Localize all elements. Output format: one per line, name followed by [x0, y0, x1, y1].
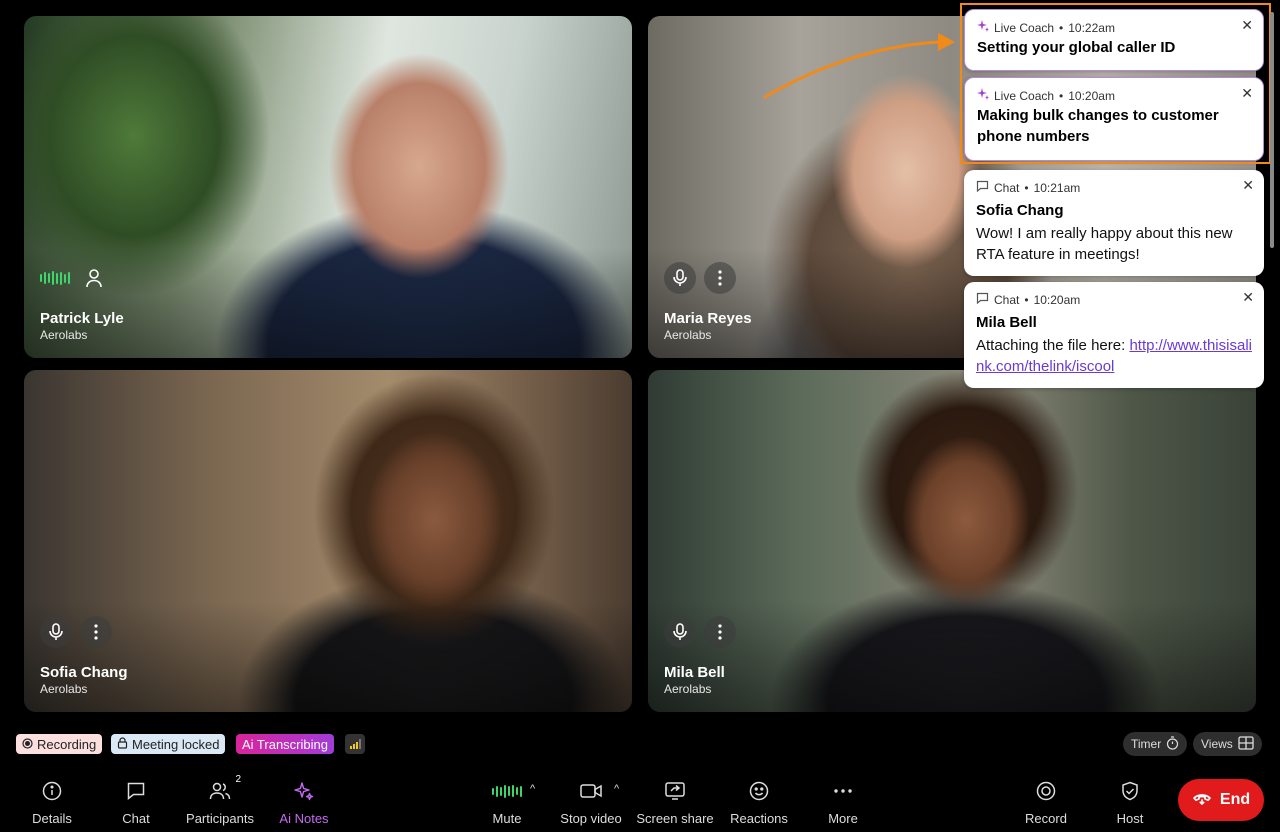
ai-notes-button[interactable]: Ai Notes: [262, 778, 346, 826]
participants-icon: 2: [209, 774, 241, 804]
microphone-icon[interactable]: [664, 262, 696, 294]
notification-chat[interactable]: Chat • 10:21am Sofia Chang Wow! I am rea…: [964, 170, 1264, 276]
end-label: End: [1219, 791, 1251, 808]
speaking-indicator-icon: [40, 262, 70, 294]
shield-check-icon: [1121, 778, 1139, 804]
host-button[interactable]: Host: [1088, 778, 1172, 826]
chat-label: Chat: [122, 811, 150, 826]
tile-controls: [664, 616, 736, 648]
sparkle-icon: [294, 778, 314, 804]
grid-icon: [1238, 735, 1254, 753]
close-icon[interactable]: ✕: [1242, 178, 1254, 192]
more-label: More: [828, 811, 858, 826]
chat-icon: [126, 778, 146, 804]
notification-message: Attaching the file here: http://www.this…: [976, 335, 1252, 377]
reactions-button[interactable]: Reactions: [717, 778, 801, 826]
annotation-arrow-icon: [763, 33, 955, 99]
signal-strength-icon[interactable]: [345, 734, 365, 754]
notification-sender: Mila Bell: [976, 314, 1037, 331]
microphone-icon[interactable]: [664, 616, 696, 648]
participants-count-badge: 2: [235, 774, 241, 785]
chat-bubble-icon: [976, 292, 989, 307]
more-options-icon[interactable]: [704, 262, 736, 294]
timer-button[interactable]: Timer: [1123, 732, 1188, 756]
views-button[interactable]: Views: [1193, 732, 1262, 756]
participant-name: Patrick Lyle: [40, 310, 124, 327]
more-options-icon[interactable]: [80, 616, 112, 648]
video-camera-icon: [580, 778, 602, 804]
chat-button[interactable]: Chat: [94, 778, 178, 826]
participants-label: Participants: [186, 811, 254, 826]
notification-type: Chat: [994, 180, 1020, 195]
notification-time: 10:21am: [1033, 180, 1081, 195]
record-button[interactable]: Record: [1004, 778, 1088, 826]
record-dot-icon: [22, 737, 33, 752]
meeting-locked-badge: Meeting locked: [111, 734, 226, 754]
notification-type: Chat: [994, 292, 1020, 307]
audio-level-icon: [492, 778, 522, 804]
stopwatch-icon: [1166, 735, 1179, 753]
hang-up-icon: [1192, 791, 1212, 810]
record-label: Record: [1025, 811, 1067, 826]
mute-label: Mute: [492, 811, 522, 826]
participant-org: Aerolabs: [40, 682, 88, 696]
notification-sender: Sofia Chang: [976, 202, 1064, 219]
tile-controls: [40, 616, 112, 648]
record-icon: [1036, 778, 1056, 804]
notification-scrollbar[interactable]: [1270, 12, 1274, 248]
ai-notes-label: Ai Notes: [279, 811, 329, 826]
ai-transcribing-label: Ai Transcribing: [242, 736, 328, 752]
participant-org: Aerolabs: [664, 328, 712, 342]
end-call-button[interactable]: End: [1178, 779, 1264, 821]
details-button[interactable]: Details: [10, 778, 94, 826]
reactions-label: Reactions: [730, 811, 788, 826]
notification-chat[interactable]: Chat • 10:20am Mila Bell Attaching the f…: [964, 282, 1264, 388]
tile-shade: [24, 248, 632, 358]
mute-options-chevron-up-icon[interactable]: ^: [530, 783, 535, 795]
views-label: Views: [1201, 737, 1233, 751]
participant-name: Mila Bell: [664, 664, 725, 681]
tile-shade: [648, 602, 1256, 712]
participant-org: Aerolabs: [664, 682, 712, 696]
lock-icon: [117, 736, 128, 752]
stop-video-label: Stop video: [560, 811, 622, 826]
close-icon[interactable]: ✕: [1242, 290, 1254, 304]
participants-button[interactable]: 2 Participants: [178, 774, 262, 826]
participant-name: Sofia Chang: [40, 664, 128, 681]
screen-share-label: Screen share: [636, 811, 714, 826]
participant-name: Maria Reyes: [664, 310, 752, 327]
microphone-icon[interactable]: [40, 616, 72, 648]
stop-video-button[interactable]: Stop video: [549, 778, 633, 826]
more-options-icon[interactable]: [704, 616, 736, 648]
tile-controls: [664, 262, 736, 294]
screen-share-button[interactable]: Screen share: [633, 778, 717, 826]
host-label: Host: [1116, 811, 1144, 826]
chat-bubble-icon: [976, 180, 989, 195]
message-text: Attaching the file here:: [976, 337, 1130, 354]
mute-button[interactable]: Mute: [465, 778, 549, 826]
highlight-box: [960, 3, 1271, 164]
timer-label: Timer: [1131, 737, 1162, 751]
screen-share-icon: [665, 778, 685, 804]
video-options-chevron-up-icon[interactable]: ^: [614, 783, 619, 795]
video-tile-patrick-lyle[interactable]: Patrick Lyle Aerolabs: [24, 16, 632, 358]
recording-badge: Recording: [16, 734, 103, 754]
tile-shade: [24, 602, 632, 712]
details-label: Details: [32, 811, 72, 826]
participant-org: Aerolabs: [40, 328, 88, 342]
video-tile-sofia-chang[interactable]: Sofia Chang Aerolabs: [24, 370, 632, 712]
info-icon: [42, 778, 62, 804]
tile-controls: [40, 262, 110, 294]
notification-message: Wow! I am really happy about this new RT…: [976, 225, 1233, 263]
person-icon: [78, 262, 110, 294]
notification-time: 10:20am: [1033, 292, 1081, 307]
video-tile-mila-bell[interactable]: Mila Bell Aerolabs: [648, 370, 1256, 712]
ai-transcribing-badge: Ai Transcribing: [236, 734, 334, 754]
more-horizontal-icon: [834, 778, 852, 804]
recording-label: Recording: [37, 736, 97, 752]
more-button[interactable]: More: [801, 778, 885, 826]
meeting-locked-label: Meeting locked: [132, 736, 220, 752]
smiley-icon: [749, 778, 769, 804]
